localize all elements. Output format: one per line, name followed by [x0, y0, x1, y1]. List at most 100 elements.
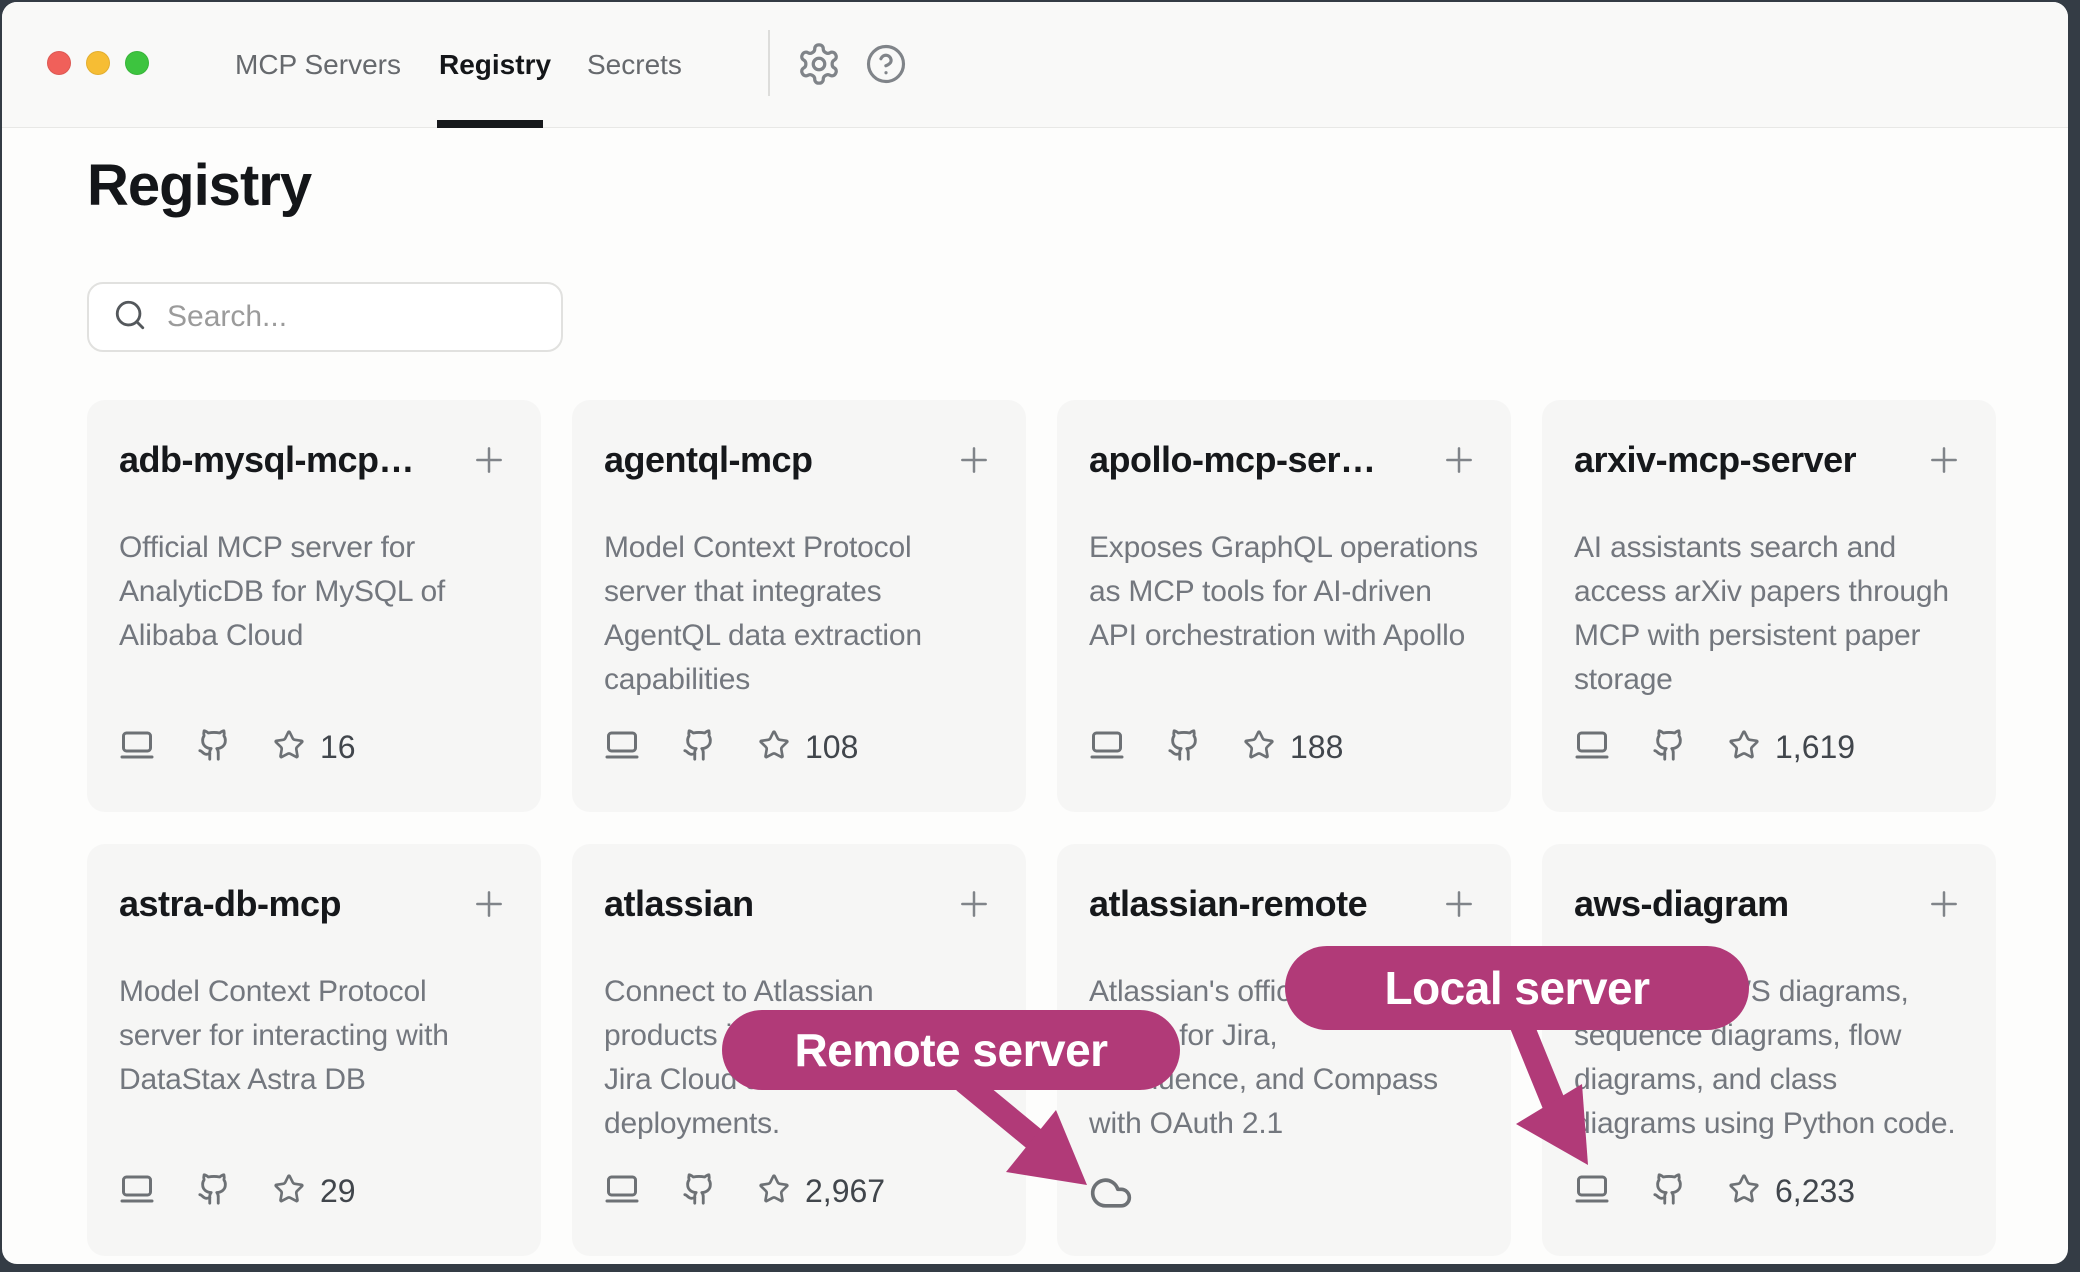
server-card[interactable]: astra-db-mcp Model Context Protocolserve…: [87, 844, 541, 1256]
local-footer: 108: [604, 727, 858, 768]
search-icon: [113, 298, 147, 337]
card-header: atlassian: [604, 878, 994, 930]
card-header: aws-diagram: [1574, 878, 1964, 930]
card-header: apollo-mcp-ser…: [1089, 434, 1479, 486]
laptop-icon: [1574, 1171, 1610, 1212]
laptop-icon: [1089, 727, 1125, 768]
star-icon: [758, 1173, 790, 1210]
tab-secrets[interactable]: Secrets: [587, 2, 682, 128]
github-icon: [682, 1172, 716, 1211]
github-icon: [1167, 728, 1201, 767]
app-window: MCP Servers Registry Secrets Reg: [2, 2, 2068, 1264]
active-tab-indicator: [437, 120, 543, 128]
local-footer: 188: [1089, 727, 1343, 768]
laptop-icon: [119, 727, 155, 768]
server-description: Official MCP server forAnalyticDB for My…: [119, 526, 509, 658]
star-icon: [1728, 729, 1760, 766]
plus-icon: [954, 440, 994, 480]
server-description: AI assistants search andaccess arXiv pap…: [1574, 526, 1964, 702]
add-server-button[interactable]: [954, 440, 994, 480]
local-footer: 2,967: [604, 1171, 885, 1212]
local-footer: 1,619: [1574, 727, 1855, 768]
star-rating: 6,233: [1728, 1173, 1855, 1210]
server-card[interactable]: arxiv-mcp-server AI assistants search an…: [1542, 400, 1996, 812]
server-card-grid: adb-mysql-mcp… Official MCP server forAn…: [87, 400, 1996, 1256]
laptop-icon: [1574, 727, 1610, 768]
server-name: atlassian-remote: [1089, 883, 1367, 925]
server-description: Model Context Protocolserver that integr…: [604, 526, 994, 702]
plus-icon: [1439, 884, 1479, 924]
close-window-button[interactable]: [47, 51, 71, 75]
laptop-icon: [604, 727, 640, 768]
plus-icon: [1924, 440, 1964, 480]
server-card[interactable]: aws-diagram Generate AWS diagrams,sequen…: [1542, 844, 1996, 1256]
github-icon: [1652, 728, 1686, 767]
star-icon: [273, 1173, 305, 1210]
server-description: Exposes GraphQL operationsas MCP tools f…: [1089, 526, 1479, 658]
card-header: arxiv-mcp-server: [1574, 434, 1964, 486]
server-name: astra-db-mcp: [119, 883, 341, 925]
laptop-icon: [119, 1171, 155, 1212]
star-count: 188: [1290, 729, 1343, 766]
server-name: aws-diagram: [1574, 883, 1789, 925]
add-server-button[interactable]: [1924, 440, 1964, 480]
star-icon: [758, 729, 790, 766]
page-title: Registry: [87, 152, 311, 219]
plus-icon: [954, 884, 994, 924]
cloud-icon: [1089, 1202, 1133, 1219]
star-count: 6,233: [1775, 1173, 1855, 1210]
star-count: 108: [805, 729, 858, 766]
add-server-button[interactable]: [954, 884, 994, 924]
star-rating: 29: [273, 1173, 356, 1210]
card-header: atlassian-remote: [1089, 878, 1479, 930]
tab-mcp-servers[interactable]: MCP Servers: [235, 2, 401, 128]
add-server-button[interactable]: [1439, 440, 1479, 480]
plus-icon: [469, 884, 509, 924]
star-rating: 1,619: [1728, 729, 1855, 766]
plus-icon: [469, 440, 509, 480]
add-server-button[interactable]: [1924, 884, 1964, 924]
github-icon: [1652, 1172, 1686, 1211]
remote-server-callout: Remote server: [722, 1010, 1180, 1090]
github-icon: [682, 728, 716, 767]
github-icon: [197, 728, 231, 767]
laptop-icon: [604, 1171, 640, 1212]
remote-footer: [1089, 1171, 1133, 1220]
star-icon: [1243, 729, 1275, 766]
server-card[interactable]: apollo-mcp-ser… Exposes GraphQL operatio…: [1057, 400, 1511, 812]
star-rating: 2,967: [758, 1173, 885, 1210]
star-icon: [273, 729, 305, 766]
local-server-callout: Local server: [1285, 946, 1749, 1030]
add-server-button[interactable]: [469, 884, 509, 924]
add-server-button[interactable]: [469, 440, 509, 480]
settings-button[interactable]: [796, 41, 842, 87]
card-header: adb-mysql-mcp…: [119, 434, 509, 486]
star-count: 2,967: [805, 1173, 885, 1210]
tab-registry[interactable]: Registry: [439, 2, 551, 128]
zoom-window-button[interactable]: [125, 51, 149, 75]
plus-icon: [1924, 884, 1964, 924]
server-card[interactable]: agentql-mcp Model Context Protocolserver…: [572, 400, 1026, 812]
server-name: apollo-mcp-ser…: [1089, 439, 1376, 481]
star-count: 16: [320, 729, 356, 766]
star-count: 29: [320, 1173, 356, 1210]
star-count: 1,619: [1775, 729, 1855, 766]
card-header: astra-db-mcp: [119, 878, 509, 930]
search-box: [87, 282, 563, 352]
help-button[interactable]: [865, 43, 907, 85]
server-name: adb-mysql-mcp…: [119, 439, 414, 481]
server-card[interactable]: adb-mysql-mcp… Official MCP server forAn…: [87, 400, 541, 812]
gear-icon: [796, 41, 842, 87]
add-server-button[interactable]: [1439, 884, 1479, 924]
screenshot-root: { "header": { "window_controls": [ {"nam…: [0, 0, 2080, 1272]
server-name: arxiv-mcp-server: [1574, 439, 1856, 481]
star-icon: [1728, 1173, 1760, 1210]
local-footer: 29: [119, 1171, 356, 1212]
server-name: agentql-mcp: [604, 439, 813, 481]
github-icon: [197, 1172, 231, 1211]
search-input[interactable]: [165, 299, 561, 335]
local-footer: 16: [119, 727, 356, 768]
local-footer: 6,233: [1574, 1171, 1855, 1212]
minimize-window-button[interactable]: [86, 51, 110, 75]
window-controls: [47, 51, 149, 75]
